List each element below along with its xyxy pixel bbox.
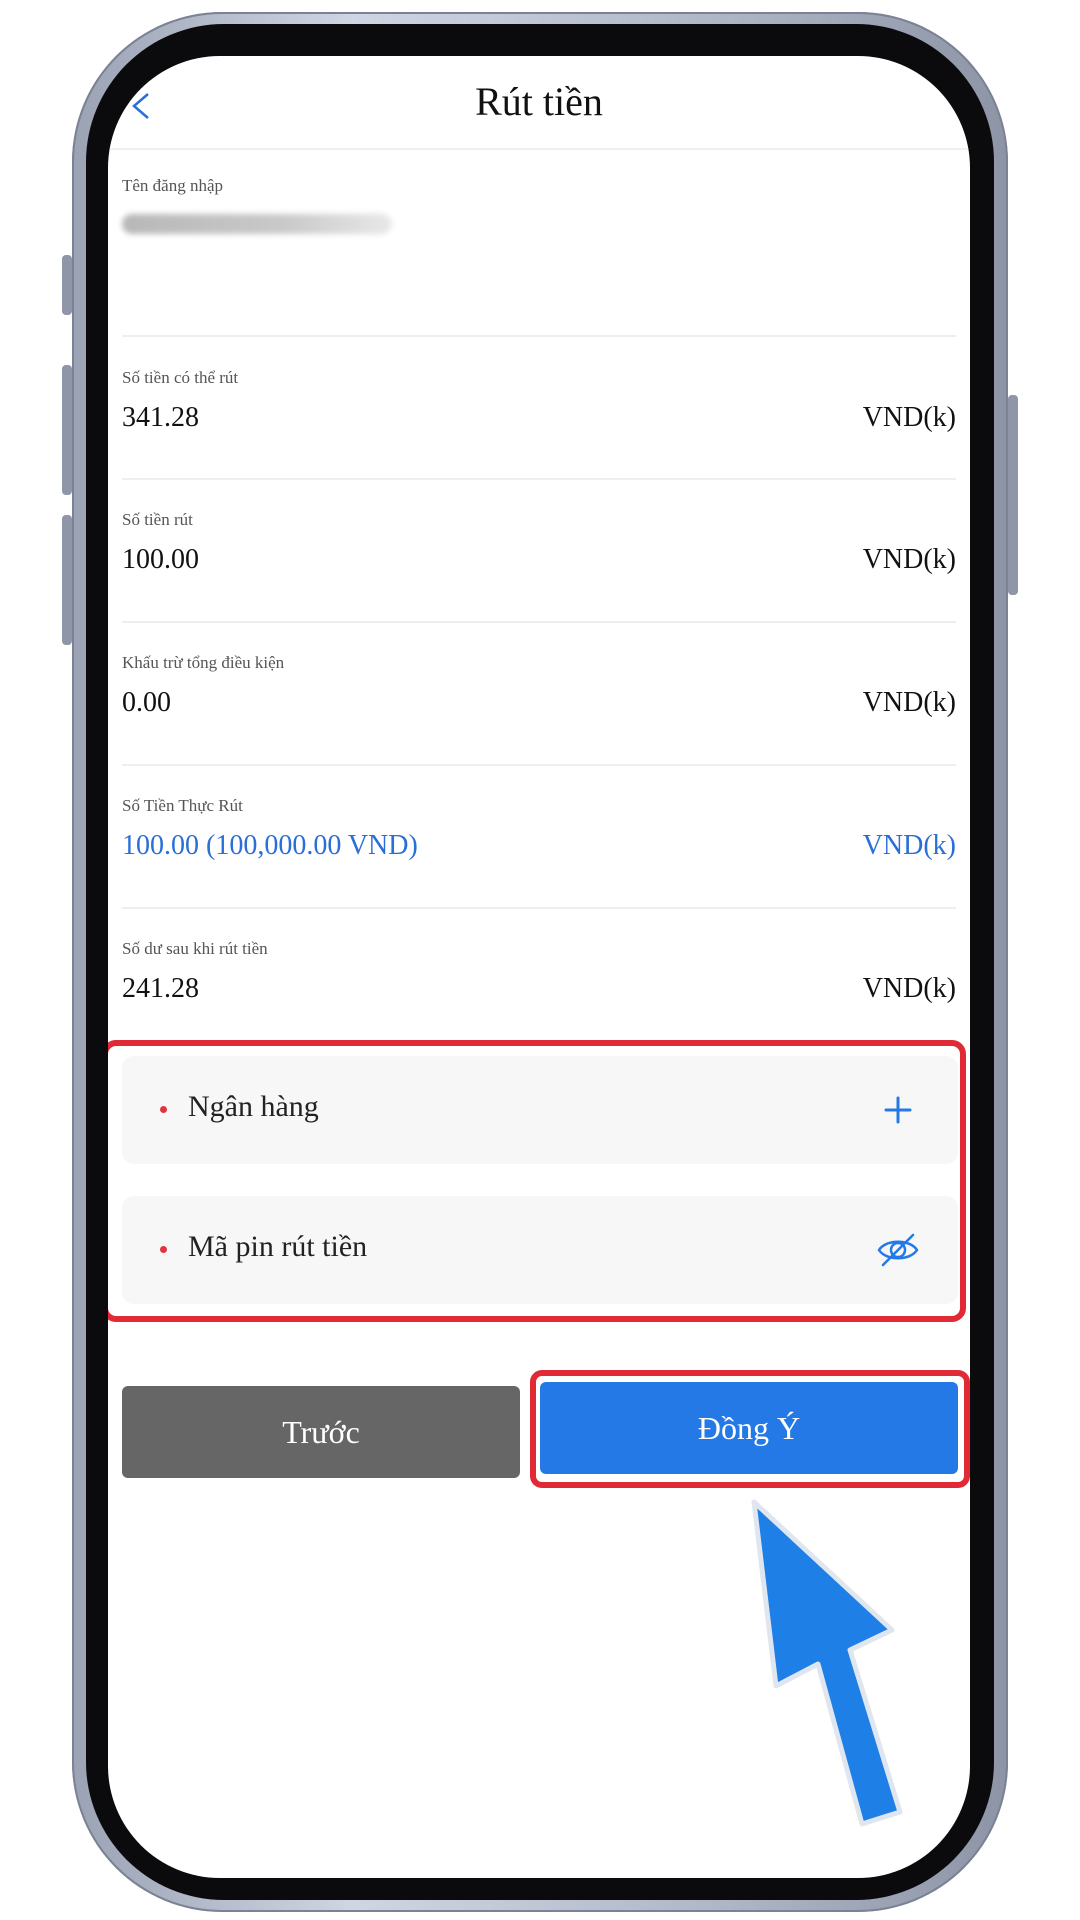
side-button-mute <box>62 255 72 315</box>
row-value: 100.00 <box>122 544 199 575</box>
row-unit: VND(k) <box>862 544 956 575</box>
deduction-row: Khấu trừ tổng điều kiện 0.00 VND(k) <box>122 653 956 727</box>
stage: Rút tiền Tên đăng nhập Số tiền có thể rú… <box>0 0 1080 1920</box>
username-label: Tên đăng nhập <box>122 176 224 195</box>
row-value: 100.00 (100,000.00 VND) <box>122 830 418 861</box>
side-button-volume-up <box>62 365 72 495</box>
side-button-power <box>1008 395 1018 595</box>
row-divider <box>122 621 956 623</box>
withdraw-amount-row: Số tiền rút 100.00 VND(k) <box>122 510 956 584</box>
row-divider <box>122 764 956 766</box>
actual-withdraw-row: Số Tiền Thực Rút 100.00 (100,000.00 VND)… <box>122 796 956 870</box>
agree-highlight-box <box>530 1370 970 1488</box>
row-value: 241.28 <box>122 973 199 1004</box>
available-amount-row: Số tiền có thể rút 341.28 VND(k) <box>122 368 956 442</box>
row-label: Khấu trừ tổng điều kiện <box>122 653 285 672</box>
row-value: 0.00 <box>122 687 171 718</box>
row-unit: VND(k) <box>862 830 956 861</box>
row-divider <box>122 478 956 480</box>
balance-after-row: Số dư sau khi rút tiền 241.28 VND(k) <box>122 939 956 1013</box>
row-label: Số dư sau khi rút tiền <box>122 939 268 958</box>
row-value: 341.28 <box>122 402 199 433</box>
page-title: Rút tiền <box>475 79 603 124</box>
username-row: Tên đăng nhập <box>122 176 956 234</box>
row-unit: VND(k) <box>862 402 956 433</box>
row-label: Số tiền có thể rút <box>122 368 239 387</box>
row-label: Số tiền rút <box>122 510 193 529</box>
row-unit: VND(k) <box>862 973 956 1004</box>
header-divider <box>108 148 970 150</box>
row-divider <box>122 907 956 909</box>
row-unit: VND(k) <box>862 687 956 718</box>
form-highlight-box <box>108 1040 966 1322</box>
prev-button[interactable]: Trước <box>122 1386 520 1478</box>
row-label: Số Tiền Thực Rút <box>122 796 243 815</box>
row-divider <box>122 335 956 337</box>
header: Rút tiền <box>108 56 970 152</box>
username-blurred-value <box>122 214 392 234</box>
side-button-volume-down <box>62 515 72 645</box>
pointer-arrow-icon <box>751 1499 903 1827</box>
